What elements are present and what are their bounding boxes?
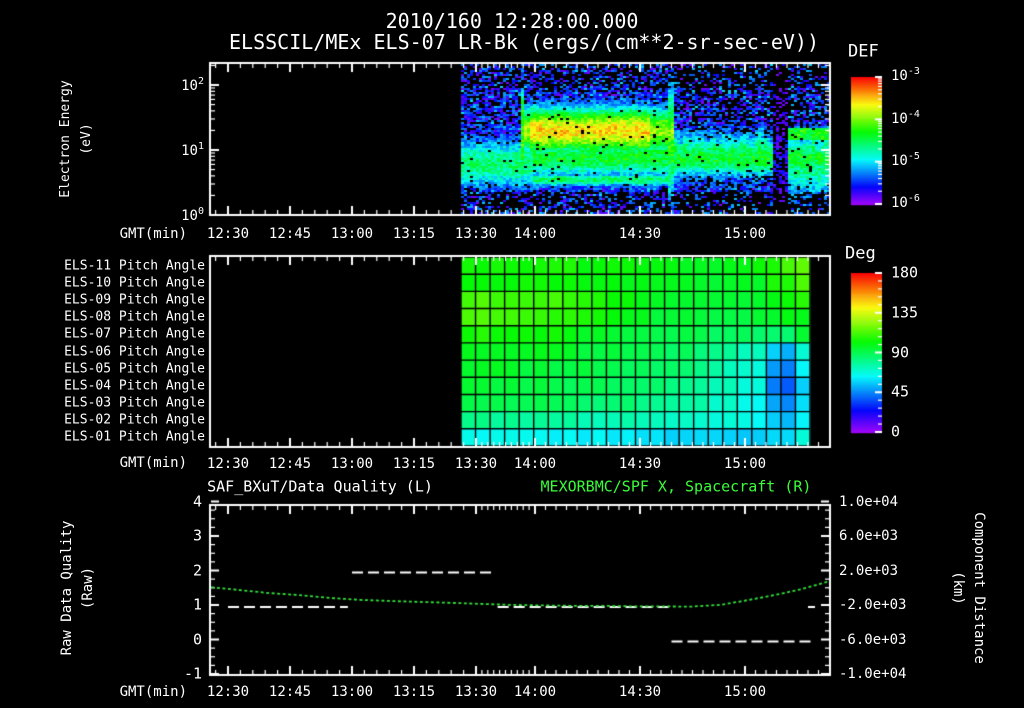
p3-left-tick-label: 0	[192, 630, 202, 648]
p3-right-tick-label: 1.0e+04	[839, 493, 899, 510]
colorbar1-tick-label: 10-3	[891, 66, 920, 84]
p3-left-tick-label: 1	[192, 595, 202, 614]
p3-right-tick-label: 2.0e+03	[839, 562, 899, 579]
x-tick-label: 13:30	[454, 455, 498, 472]
pitch-row-label: ELS-07 Pitch Angle	[64, 326, 205, 342]
pitch-row-label: ELS-03 Pitch Angle	[64, 395, 205, 411]
p3-right-tick-label: -1.0e+04	[839, 666, 907, 682]
panel3-ylabel-right: Component Distance (km)	[947, 512, 989, 664]
x-tick-label: 12:30	[206, 226, 250, 242]
x-tick-label: 13:15	[392, 455, 436, 472]
x-tick-label: 12:45	[268, 684, 312, 700]
panel3-ylabel-right-line2: (km)	[950, 571, 966, 605]
p1-y-tick-label: 102	[181, 76, 204, 94]
colorbar2-tick-label: 135	[891, 303, 919, 322]
x-tick-label: 12:45	[268, 455, 312, 472]
x-tick-label: 13:30	[454, 226, 498, 242]
pitch-row-label: ELS-11 Pitch Angle	[64, 258, 205, 274]
pitch-row-label: ELS-10 Pitch Angle	[64, 275, 205, 291]
colorbar2-title: Deg	[845, 243, 876, 264]
pitch-row-label: ELS-02 Pitch Angle	[64, 412, 205, 428]
x-tick-label: 15:00	[723, 684, 767, 700]
p1-y-tick-label: 101	[181, 141, 204, 159]
p3-right-tick-label: 6.0e+03	[839, 528, 899, 544]
colorbar2-tick-label: 45	[891, 382, 910, 401]
x-tick-label: 14:30	[618, 226, 662, 242]
panel1-ylabel: Electron Energy (eV)	[55, 80, 97, 197]
x-tick-label: 12:30	[206, 684, 250, 700]
pitch-row-label: ELS-09 Pitch Angle	[64, 292, 205, 308]
panel3-ylabel-right-line1: Component Distance	[971, 512, 987, 664]
x-tick-label: 14:00	[513, 455, 557, 472]
plot-title: ELSSCIL/MEx ELS-07 LR-Bk (ergs/(cm**2-sr…	[228, 30, 820, 54]
gmt-axis-label-2: GMT(min)	[119, 455, 187, 471]
p3-left-tick-label: 3	[192, 526, 202, 545]
x-tick-label: 13:00	[330, 455, 374, 472]
colorbar2-tick-label: 180	[891, 263, 919, 282]
colorbar1-tick-label: 10-4	[891, 108, 920, 127]
pitch-row-label: ELS-05 Pitch Angle	[64, 361, 205, 377]
p3-right-tick-label: -6.0e+03	[839, 631, 907, 648]
x-tick-label: 13:15	[392, 684, 436, 700]
x-tick-label: 14:30	[618, 684, 662, 700]
p3-left-tick-label: 2	[192, 561, 202, 579]
panel3-title-right: MEXORBMC/SPF X, Spacecraft (R)	[540, 477, 812, 496]
x-tick-label: 14:00	[513, 226, 557, 242]
x-tick-label: 14:30	[618, 455, 662, 472]
colorbar1-tick-label: 10-6	[891, 193, 920, 211]
gmt-axis-label-3: GMT(min)	[119, 684, 187, 700]
panel3-ylabel-left-line2: (Raw)	[80, 566, 96, 610]
x-tick-label: 12:45	[268, 226, 312, 242]
plot-datetime: 2010/160 12:28:00.000	[385, 9, 639, 33]
p3-left-tick-label: 4	[192, 492, 202, 510]
pitch-row-label: ELS-01 Pitch Angle	[64, 429, 205, 445]
p3-right-tick-label: -2.0e+03	[839, 597, 907, 613]
panel1-ylabel-line2: (eV)	[79, 123, 94, 155]
colorbar1-title: DEF	[848, 41, 879, 62]
panel3-ylabel-left-line1: Raw Data Quality	[59, 520, 75, 656]
p1-y-tick-label: 100	[181, 206, 204, 224]
x-tick-label: 13:15	[392, 226, 436, 242]
pitch-row-label: ELS-08 Pitch Angle	[64, 309, 205, 325]
panel3-title-left: SAF_BXuT/Data Quality (L)	[207, 477, 433, 496]
colorbar2-tick-label: 90	[891, 343, 910, 361]
gmt-axis-label-1: GMT(min)	[119, 226, 187, 242]
pitch-row-label: ELS-06 Pitch Angle	[64, 344, 205, 359]
x-tick-label: 13:00	[330, 226, 374, 242]
x-tick-label: 14:00	[513, 684, 557, 700]
science-plot-figure: 2010/160 12:28:00.000 ELSSCIL/MEx ELS-07…	[0, 0, 1024, 708]
colorbar2-tick-label: 0	[891, 422, 901, 441]
x-tick-label: 13:30	[454, 684, 498, 700]
x-tick-label: 15:00	[723, 226, 767, 242]
colorbar1-tick-label: 10-5	[891, 151, 920, 169]
panel3-ylabel-left: Raw Data Quality (Raw)	[57, 521, 99, 656]
p3-left-tick-label: -1	[183, 664, 202, 683]
pitch-row-label: ELS-04 Pitch Angle	[64, 378, 205, 394]
x-tick-label: 13:00	[330, 684, 374, 700]
x-tick-label: 15:00	[723, 455, 767, 472]
x-tick-label: 12:30	[206, 455, 250, 472]
panel1-ylabel-line1: Electron Energy	[58, 80, 73, 198]
